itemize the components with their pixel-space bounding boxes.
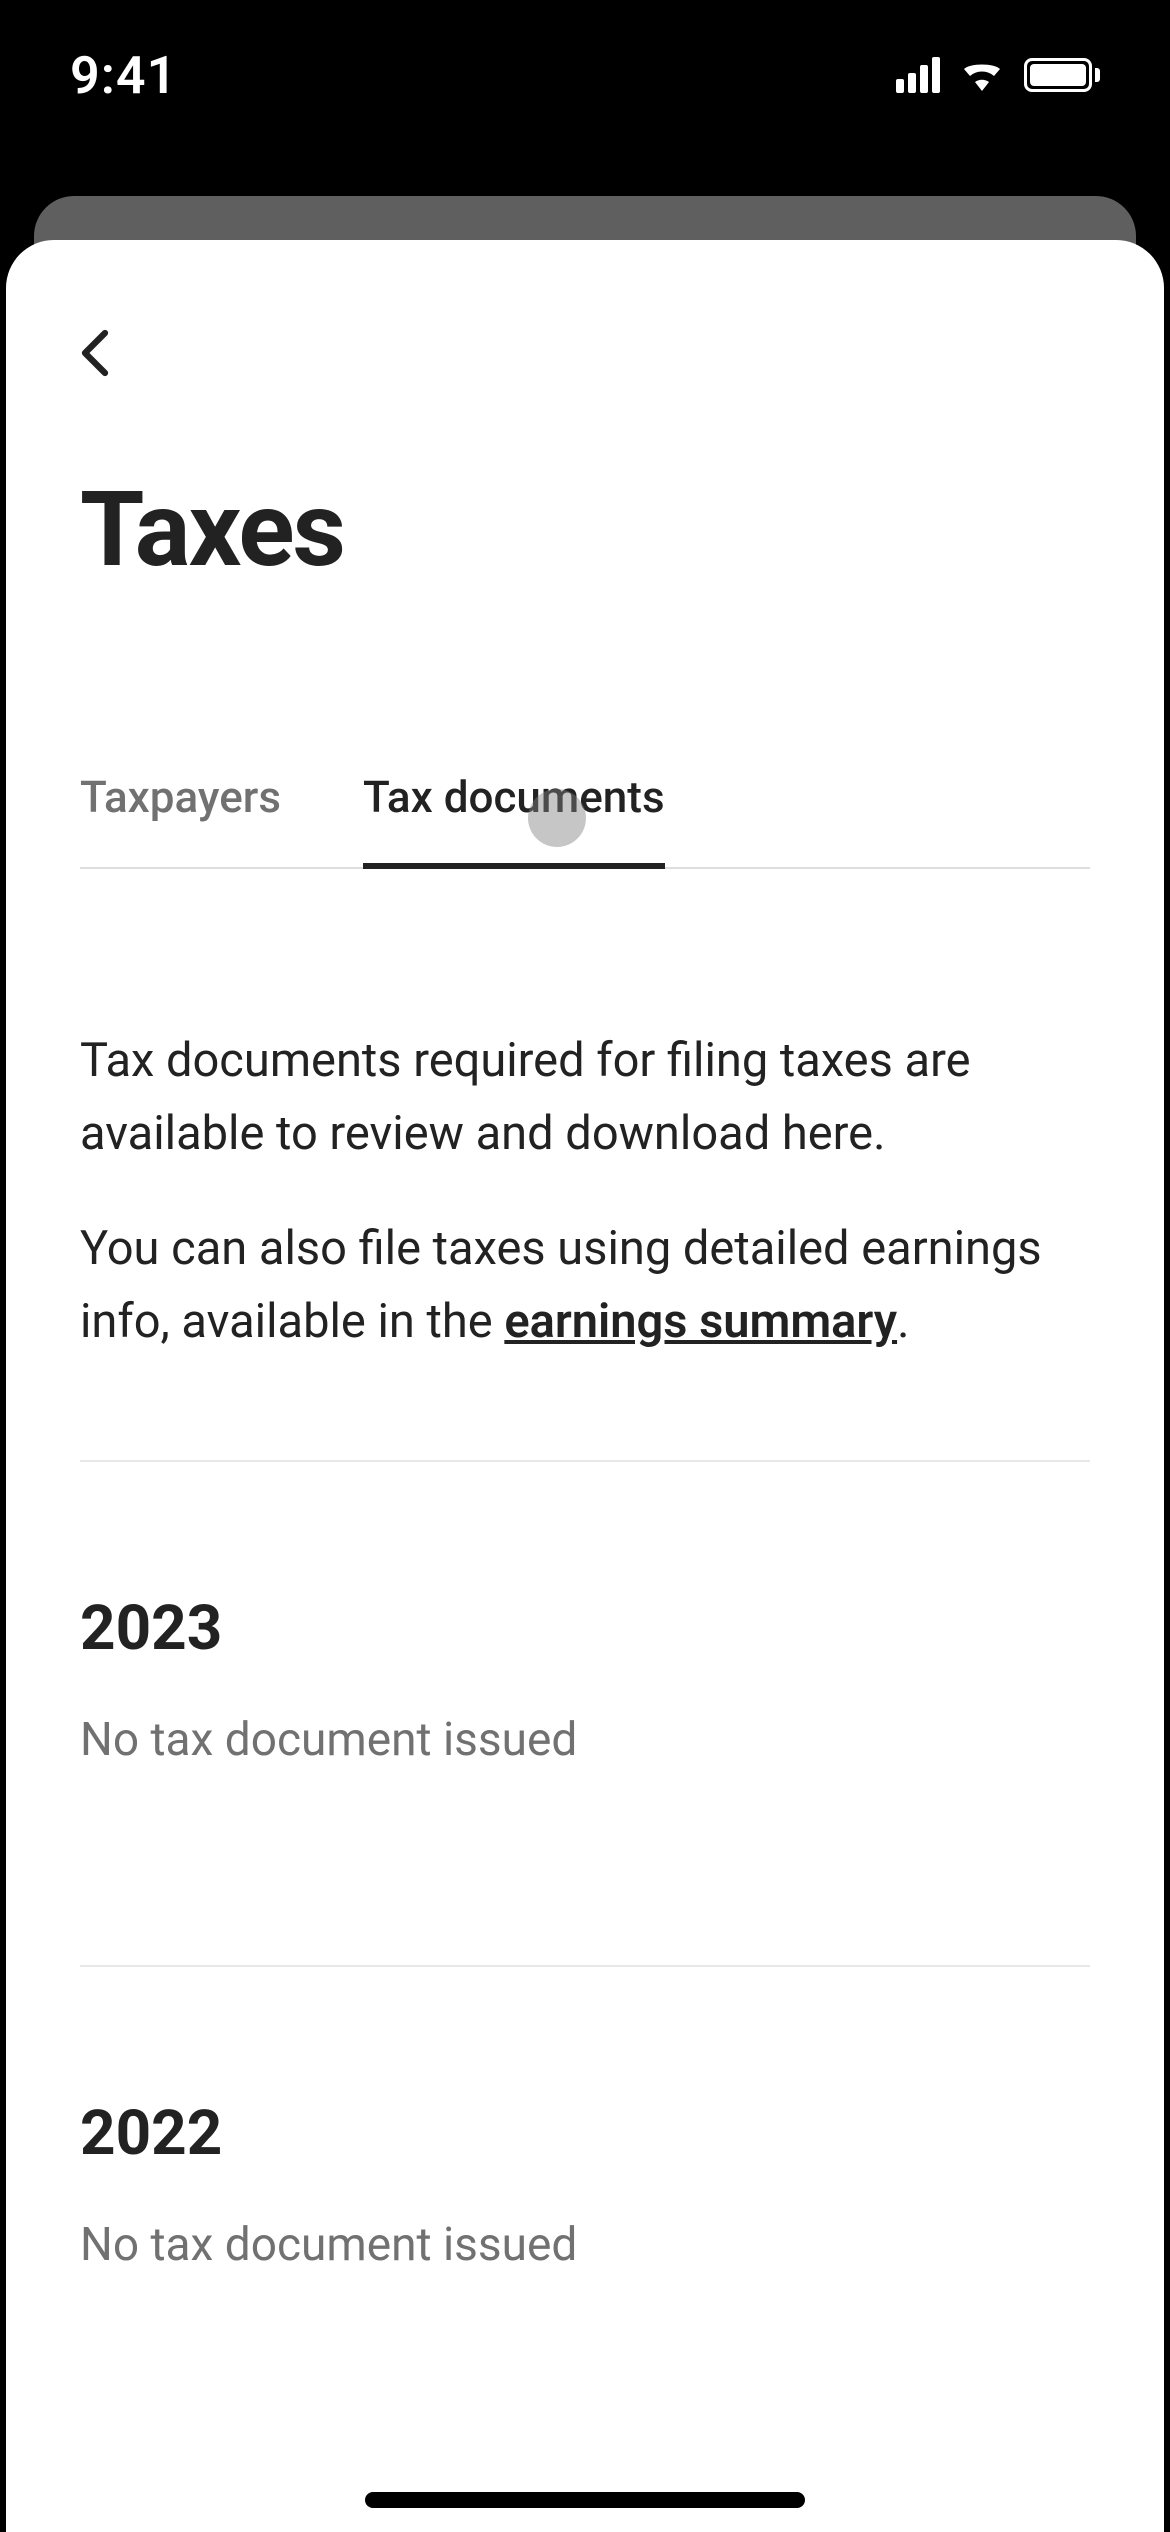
wifi-icon bbox=[958, 55, 1006, 95]
battery-icon bbox=[1024, 58, 1100, 92]
tab-tax-documents[interactable]: Tax documents bbox=[363, 771, 665, 867]
sheet-container: Taxes Taxpayers Tax documents Tax docume… bbox=[6, 240, 1164, 2532]
tab-taxpayers[interactable]: Taxpayers bbox=[80, 771, 281, 867]
status-icons bbox=[896, 55, 1100, 95]
description-para-1: Tax documents required for filing taxes … bbox=[80, 1025, 1090, 1171]
page-title: Taxes bbox=[80, 470, 1090, 591]
status-time: 9:41 bbox=[70, 45, 177, 106]
year-section-2023: 2023 No tax document issued bbox=[80, 1462, 1090, 1863]
description-block: Tax documents required for filing taxes … bbox=[80, 1025, 1090, 1171]
description-para-2-suffix: . bbox=[897, 1294, 909, 1349]
year-status: No tax document issued bbox=[80, 2218, 1090, 2272]
year-section-2022: 2022 No tax document issued bbox=[80, 1967, 1090, 2368]
tabs-container: Taxpayers Tax documents bbox=[80, 771, 1090, 869]
year-heading: 2023 bbox=[80, 1592, 1090, 1665]
year-status: No tax document issued bbox=[80, 1713, 1090, 1767]
earnings-summary-link[interactable]: earnings summary bbox=[504, 1294, 897, 1349]
status-bar: 9:41 bbox=[0, 0, 1170, 150]
home-indicator bbox=[365, 2492, 805, 2508]
cellular-signal-icon bbox=[896, 57, 940, 93]
description-para-2: You can also file taxes using detailed e… bbox=[80, 1213, 1090, 1359]
year-heading: 2022 bbox=[80, 2097, 1090, 2170]
back-button[interactable] bbox=[70, 328, 120, 378]
